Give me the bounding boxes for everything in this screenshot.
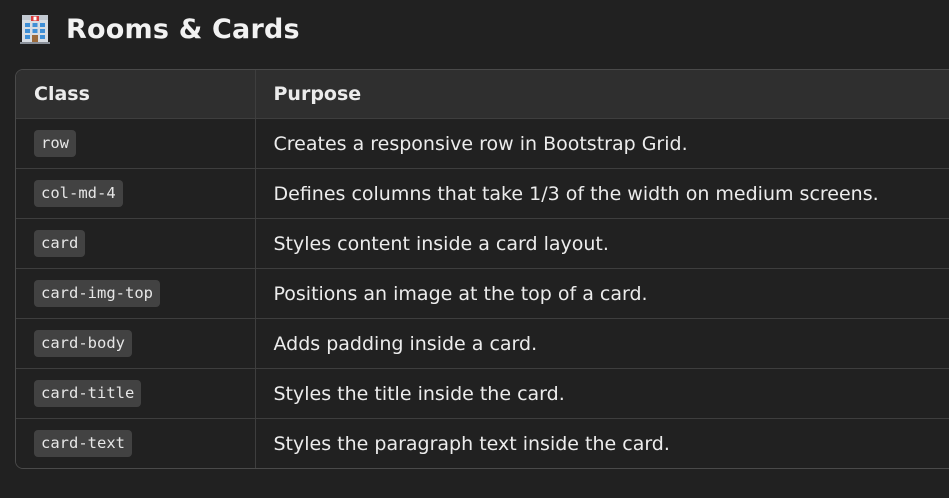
section-heading: Rooms & Cards [18,10,300,48]
table-row: card-img-top Positions an image at the t… [16,268,949,319]
class-name-code: col-md-4 [34,180,123,207]
table-header-row: Class Purpose [16,70,949,119]
purpose-cell: Styles content inside a card layout. [255,218,949,269]
table-row: col-md-4 Defines columns that take 1/3 o… [16,168,949,219]
column-header-class: Class [16,70,256,119]
class-cell: row [16,118,256,169]
column-header-purpose: Purpose [255,70,949,119]
class-cell: card-title [16,368,256,419]
page-title: Rooms & Cards [66,13,300,45]
class-cell: card-img-top [16,268,256,319]
class-name-code: card-title [34,380,142,407]
table-row: card-title Styles the title inside the c… [16,368,949,419]
class-cell: card-body [16,318,256,369]
purpose-cell: Defines columns that take 1/3 of the wid… [255,168,949,219]
class-name-code: card [34,230,86,257]
class-name-code: card-img-top [34,280,160,307]
purpose-cell: Creates a responsive row in Bootstrap Gr… [255,118,949,169]
class-cell: card [16,218,256,269]
table-row: card Styles content inside a card layout… [16,218,949,269]
class-cell: card-text [16,418,256,468]
class-name-code: card-body [34,330,132,357]
table-row: card-text Styles the paragraph text insi… [16,418,949,468]
purpose-cell: Styles the title inside the card. [255,368,949,419]
table-row: row Creates a responsive row in Bootstra… [16,118,949,169]
hotel-icon [18,12,52,46]
class-name-code: row [34,130,76,157]
purpose-cell: Styles the paragraph text inside the car… [255,418,949,468]
purpose-cell: Adds padding inside a card. [255,318,949,369]
class-reference-table: Class Purpose row Creates a responsive r… [15,69,949,469]
purpose-cell: Positions an image at the top of a card. [255,268,949,319]
table-row: card-body Adds padding inside a card. [16,318,949,369]
class-cell: col-md-4 [16,168,256,219]
class-name-code: card-text [34,430,132,457]
